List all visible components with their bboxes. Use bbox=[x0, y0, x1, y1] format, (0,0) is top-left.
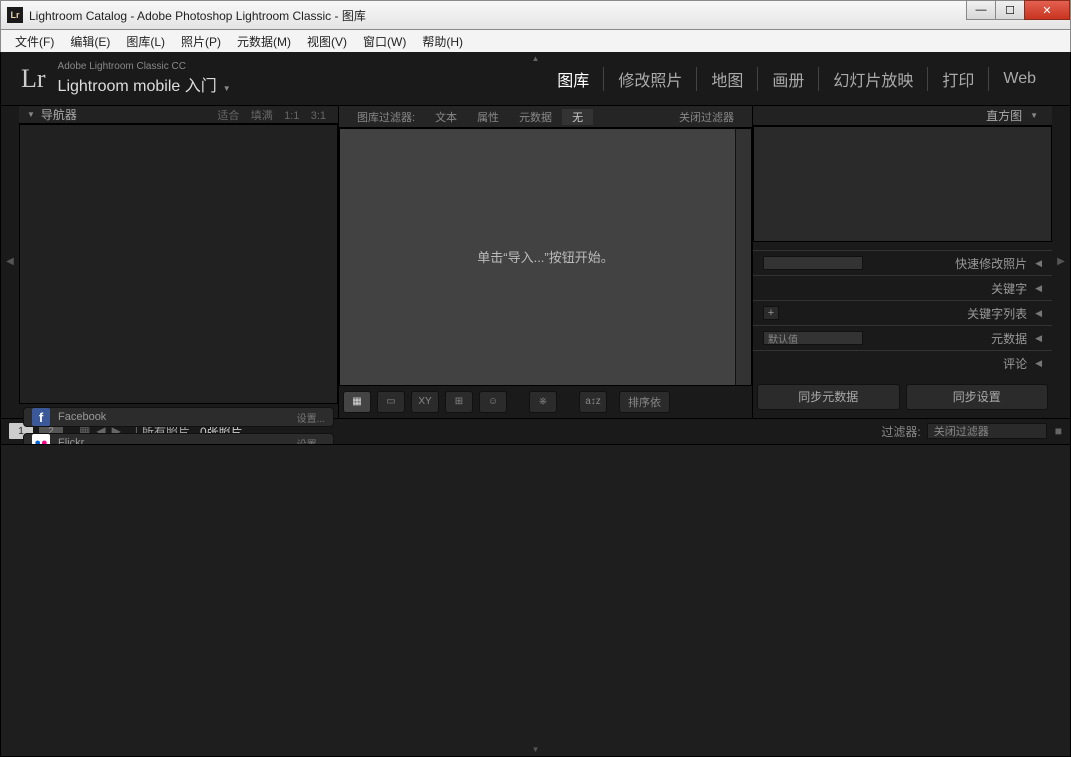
histogram-expand-icon[interactable]: ▼ bbox=[1030, 111, 1038, 120]
window-title: Lightroom Catalog - Adobe Photoshop Ligh… bbox=[29, 7, 967, 24]
collapse-top-icon[interactable]: ▲ bbox=[532, 54, 540, 63]
navigator-preview bbox=[19, 124, 338, 404]
maximize-button[interactable]: ☐ bbox=[995, 0, 1025, 20]
menu-edit[interactable]: 编辑(E) bbox=[62, 33, 118, 50]
collapse-bottom-icon[interactable]: ▼ bbox=[532, 745, 540, 754]
module-web[interactable]: Web bbox=[989, 70, 1050, 88]
filter-off[interactable]: 关闭过滤器 bbox=[669, 109, 744, 125]
filter-preset-select[interactable]: 关闭过滤器 bbox=[927, 423, 1047, 439]
grid-view[interactable]: 单击“导入...”按钮开始。 bbox=[339, 128, 752, 386]
identity-module-bar: ▲ Lr Adobe Lightroom Classic CC Lightroo… bbox=[1, 52, 1070, 106]
filmstrip[interactable]: ▼ bbox=[1, 444, 1070, 757]
survey-view-button[interactable]: ⊞ bbox=[445, 391, 473, 413]
keywording-label: 关键字 bbox=[991, 280, 1027, 297]
grid-scrollbar[interactable] bbox=[735, 129, 751, 385]
sort-direction-button[interactable]: a↕z bbox=[579, 391, 607, 413]
menu-window[interactable]: 窗口(W) bbox=[355, 33, 414, 50]
keywording-header[interactable]: 关键字 ◀ bbox=[753, 275, 1052, 300]
publish-facebook[interactable]: f Facebook 设置... bbox=[23, 407, 334, 427]
nav-3to1[interactable]: 3:1 bbox=[307, 110, 330, 122]
nav-1to1[interactable]: 1:1 bbox=[280, 110, 303, 122]
filter-lock-icon[interactable]: ■ bbox=[1055, 424, 1062, 438]
sync-settings-button[interactable]: 同步设置 bbox=[906, 384, 1049, 410]
center-toolbar: ▦ ▭ XY ⊞ ☺ ⎈ a↕z 排序依 bbox=[339, 386, 752, 418]
library-filter-bar: 图库过滤器: 文本 属性 元数据 无 关闭过滤器 bbox=[339, 106, 752, 128]
main-body: ◀ ▼ 导航器 适合 填满 1:1 3:1 f Facebook 设置... bbox=[1, 106, 1070, 418]
navigator-header[interactable]: ▼ 导航器 适合 填满 1:1 3:1 bbox=[19, 106, 338, 124]
comments-header[interactable]: 评论 ◀ bbox=[753, 350, 1052, 375]
keywording-collapse-icon[interactable]: ◀ bbox=[1035, 283, 1042, 294]
app-icon: Lr bbox=[7, 7, 23, 23]
publish-facebook-settings[interactable]: 设置... bbox=[297, 410, 325, 425]
compare-view-button[interactable]: XY bbox=[411, 391, 439, 413]
right-panel: 直方图 ▼ 快速修改照片 ◀ 关键字 ◀ + 关键字列表 ◀ 默认值 元数据 ◀ 评论 ◀ bbox=[752, 106, 1052, 418]
histogram-display bbox=[753, 126, 1052, 242]
filter-none[interactable]: 无 bbox=[562, 109, 593, 125]
menu-library[interactable]: 图库(L) bbox=[118, 33, 173, 50]
left-panel: ▼ 导航器 适合 填满 1:1 3:1 f Facebook 设置... ●● … bbox=[19, 106, 339, 418]
keywordlist-header[interactable]: + 关键字列表 ◀ bbox=[753, 300, 1052, 325]
menu-file[interactable]: 文件(F) bbox=[7, 33, 62, 50]
window-titlebar: Lr Lightroom Catalog - Adobe Photoshop L… bbox=[0, 0, 1071, 30]
grid-hint-text: 单击“导入...”按钮开始。 bbox=[477, 247, 614, 266]
facebook-icon: f bbox=[32, 408, 50, 426]
metadata-header[interactable]: 默认值 元数据 ◀ bbox=[753, 325, 1052, 350]
publish-facebook-label: Facebook bbox=[58, 411, 106, 423]
menu-bar: 文件(F) 编辑(E) 图库(L) 照片(P) 元数据(M) 视图(V) 窗口(… bbox=[0, 30, 1071, 52]
lr-logo: Lr bbox=[21, 64, 46, 94]
sort-order-select[interactable]: 排序依 bbox=[619, 391, 670, 413]
quickdevelop-header[interactable]: 快速修改照片 ◀ bbox=[753, 250, 1052, 275]
histogram-label: 直方图 bbox=[986, 107, 1022, 124]
identity-line2[interactable]: Lightroom mobile 入门 bbox=[58, 78, 217, 95]
collapse-left-icon[interactable]: ◀ bbox=[1, 106, 19, 418]
module-book[interactable]: 画册 bbox=[758, 67, 819, 91]
filter-label-status: 过滤器: bbox=[881, 423, 920, 440]
navigator-expand-icon[interactable]: ▼ bbox=[27, 110, 35, 119]
app-body: ▲ Lr Adobe Lightroom Classic CC Lightroo… bbox=[0, 52, 1071, 757]
people-view-button[interactable]: ☺ bbox=[479, 391, 507, 413]
menu-metadata[interactable]: 元数据(M) bbox=[229, 33, 299, 50]
metadata-label: 元数据 bbox=[991, 330, 1027, 347]
menu-view[interactable]: 视图(V) bbox=[299, 33, 355, 50]
grid-view-button[interactable]: ▦ bbox=[343, 391, 371, 413]
module-print[interactable]: 打印 bbox=[928, 67, 989, 91]
menu-help[interactable]: 帮助(H) bbox=[414, 33, 471, 50]
identity-line1: Adobe Lightroom Classic CC bbox=[58, 61, 231, 72]
histogram-header[interactable]: 直方图 ▼ bbox=[753, 106, 1052, 126]
module-slideshow[interactable]: 幻灯片放映 bbox=[819, 67, 928, 91]
sync-metadata-button[interactable]: 同步元数据 bbox=[757, 384, 900, 410]
identity-dropdown-icon[interactable]: ▼ bbox=[223, 84, 231, 93]
loupe-view-button[interactable]: ▭ bbox=[377, 391, 405, 413]
filter-attribute[interactable]: 属性 bbox=[467, 109, 509, 125]
quickdevelop-preset-select[interactable] bbox=[763, 256, 863, 270]
module-map[interactable]: 地图 bbox=[697, 67, 758, 91]
comments-label: 评论 bbox=[1003, 355, 1027, 372]
painter-tool-button[interactable]: ⎈ bbox=[529, 391, 557, 413]
module-develop[interactable]: 修改照片 bbox=[604, 67, 697, 91]
metadata-collapse-icon[interactable]: ◀ bbox=[1035, 333, 1042, 344]
keywordlist-add-button[interactable]: + bbox=[763, 306, 779, 320]
filter-metadata[interactable]: 元数据 bbox=[509, 109, 562, 125]
collapse-right-icon[interactable]: ▶ bbox=[1052, 106, 1070, 418]
quickdevelop-label: 快速修改照片 bbox=[955, 255, 1027, 272]
metadata-preset-select[interactable]: 默认值 bbox=[763, 331, 863, 345]
nav-fit[interactable]: 适合 bbox=[213, 110, 243, 122]
module-picker: 图库 修改照片 地图 画册 幻灯片放映 打印 Web bbox=[543, 67, 1050, 91]
nav-fill[interactable]: 填满 bbox=[247, 110, 277, 122]
close-button[interactable]: ✕ bbox=[1024, 0, 1070, 20]
filter-text[interactable]: 文本 bbox=[425, 109, 467, 125]
center-panel: 图库过滤器: 文本 属性 元数据 无 关闭过滤器 单击“导入...”按钮开始。 … bbox=[339, 106, 752, 418]
module-library[interactable]: 图库 bbox=[543, 67, 604, 91]
quickdevelop-collapse-icon[interactable]: ◀ bbox=[1035, 258, 1042, 269]
menu-photo[interactable]: 照片(P) bbox=[173, 33, 229, 50]
navigator-label: 导航器 bbox=[41, 106, 77, 123]
keywordlist-label: 关键字列表 bbox=[967, 305, 1027, 322]
comments-collapse-icon[interactable]: ◀ bbox=[1035, 358, 1042, 369]
filter-label: 图库过滤器: bbox=[347, 109, 425, 125]
minimize-button[interactable]: — bbox=[966, 0, 996, 20]
keywordlist-collapse-icon[interactable]: ◀ bbox=[1035, 308, 1042, 319]
